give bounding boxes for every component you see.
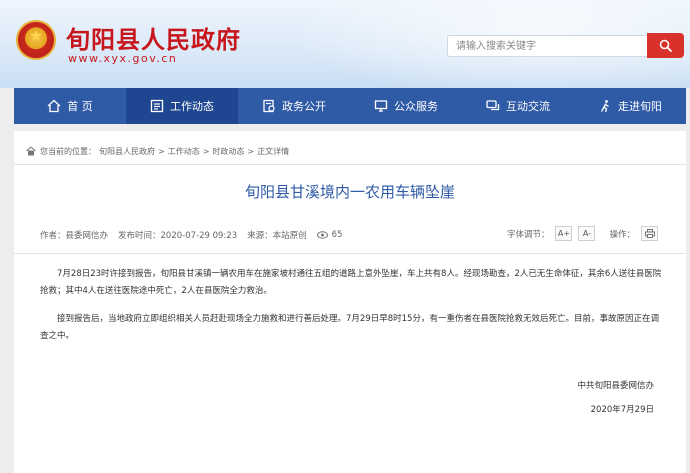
site-title[interactable]: 旬阳县人民政府 [66,20,241,55]
nav-label: 工作动态 [170,100,214,113]
nav-item-gov-affairs[interactable]: 政务公开 [238,88,350,124]
nav-label: 互动交流 [506,100,550,113]
search-button[interactable] [647,33,684,58]
article-publish-time: 发布时间：2020-07-29 09:23 [118,231,238,241]
nav-label: 首 页 [67,100,93,113]
signature-organization: 中共旬阳县委网信办 [577,381,654,391]
nav-item-about-xunyang[interactable]: 走进旬阳 [574,88,686,124]
article-paragraph: 7月28日23时许接到报告，旬阳县甘溪镇一辆农用车在施家坡村通往五组的道路上意外… [40,269,662,296]
nav-item-work-news[interactable]: 工作动态 [126,88,238,124]
document-icon [263,99,275,113]
monitor-icon [374,100,388,112]
nav-label: 走进旬阳 [618,100,662,113]
operations-label: 操作： [609,229,635,240]
search-icon [659,39,672,52]
news-icon [150,99,164,113]
breadcrumb: 您当前的位置： 旬阳县人民政府 > 工作动态 > 时政动态 > 正文详情 [26,144,292,158]
article-source: 来源：本站原创 [247,231,307,241]
breadcrumb-link-work-news[interactable]: 工作动态 [168,146,200,157]
breadcrumb-separator: > [202,146,210,156]
site-url: www.xyx.gov.cn [68,52,178,65]
site-header: 旬阳县人民政府 www.xyx.gov.cn [0,0,690,88]
font-increase-button[interactable]: A+ [555,226,573,241]
search-input[interactable] [447,35,647,57]
breadcrumb-link-home[interactable]: 旬阳县人民政府 [99,146,155,157]
article-title: 旬阳县甘溪境内一农用车辆坠崖 [244,183,455,201]
nav-label: 公众服务 [394,100,438,113]
nav-item-interaction[interactable]: 互动交流 [462,88,574,124]
chat-icon [486,100,500,111]
home-icon [47,99,61,113]
breadcrumb-separator: > [158,146,165,156]
article-author: 作者：县委网信办 [40,231,109,241]
print-button[interactable] [641,226,658,241]
breadcrumb-link-politics-news[interactable]: 时政动态 [212,146,244,157]
nav-item-home[interactable]: 首 页 [14,88,126,124]
signature-date: 2020年7月29日 [590,405,654,415]
walk-icon [600,100,609,113]
font-size-label: 字体调节： [506,229,550,240]
article-tools: 字体调节： A+ A- 操作： [507,226,658,241]
font-decrease-button[interactable]: A- [578,226,596,241]
article-paragraph: 接到报告后，当地政府立即组织相关人员赶赴现场全力施救和进行善后处理。7月29日早… [40,314,659,341]
article-meta: 作者：县委网信办 发布时间：2020-07-29 09:23 来源：本站原创 6… [40,229,352,241]
main-nav: 首 页 工作动态 政务公开 公众服务 互动交流 走进旬阳 [14,88,686,124]
nav-item-public-service[interactable]: 公众服务 [350,88,462,124]
location-home-icon [26,146,36,156]
divider [14,253,686,254]
national-emblem-icon [16,20,56,60]
eye-icon [316,231,328,239]
nav-label: 政务公开 [282,100,326,113]
breadcrumb-current: 正文详情 [257,146,290,156]
article-views: 65 [331,230,343,240]
breadcrumb-prefix: 您当前的位置： [40,146,96,156]
article-panel: 您当前的位置： 旬阳县人民政府 > 工作动态 > 时政动态 > 正文详情 旬阳县… [14,131,686,473]
print-icon [644,229,655,238]
breadcrumb-separator: > [247,146,255,156]
divider [14,164,686,165]
